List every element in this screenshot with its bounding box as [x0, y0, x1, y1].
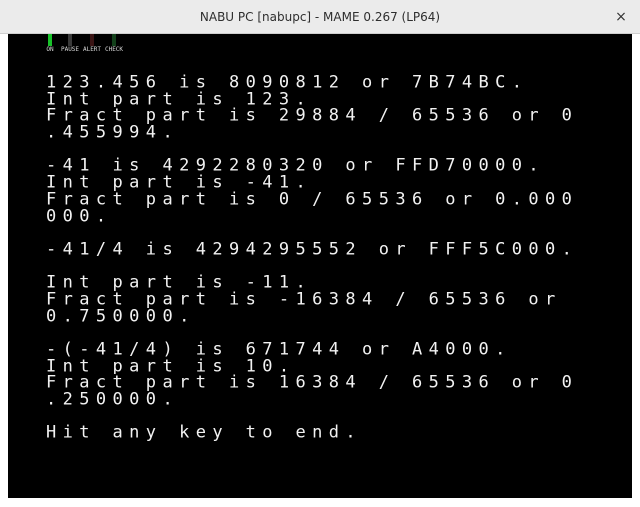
screen-line: .250000.: [46, 391, 594, 408]
emulator-display[interactable]: ON PAUSE ALERT CHECK 123.456 is 8090812 …: [8, 34, 632, 498]
screen-line-text: .455994.: [46, 124, 180, 141]
screen-line: Int part is 123.: [46, 91, 594, 108]
screen-line: Fract part is 29884 / 65536 or 0: [46, 107, 594, 124]
screen-line: .455994.: [46, 124, 594, 141]
screen-line-text: Int part is 10.: [46, 357, 296, 375]
screen-line: [46, 258, 594, 275]
screen-line: [46, 224, 594, 241]
screen-line-text: Fract part is -16384 / 65536 or: [46, 290, 562, 308]
screen-line-text: Int part is -41.: [46, 174, 313, 191]
led-alert-label: ALERT: [82, 46, 102, 53]
text-screen: 123.456 is 8090812 or 7B74BC. Int part i…: [46, 74, 594, 474]
screen-line-text: Fract part is 0 / 65536 or 0.000: [46, 190, 579, 208]
screen-line-text: -(-41/4) is 671744 or A4000.: [46, 341, 512, 358]
screen-line: Fract part is 16384 / 65536 or 0: [46, 374, 594, 391]
screen-line: -(-41/4) is 671744 or A4000.: [46, 341, 594, 358]
screen-line-text: -41/4 is 4294295552 or FFF5C000.: [46, 240, 579, 258]
screen-line: 000.: [46, 208, 594, 225]
screen-line: [46, 141, 594, 158]
led-pause-indicator: [68, 34, 72, 46]
screen-line: Fract part is 0 / 65536 or 0.000: [46, 191, 594, 208]
screen-line: Hit any key to end.: [46, 424, 594, 441]
screen-line: [46, 324, 594, 341]
screen-line-text: Int part is -11.: [46, 274, 313, 291]
screen-line-text: 123.456 is 8090812 or 7B74BC.: [46, 74, 529, 91]
close-icon: ×: [615, 9, 627, 25]
screen-line: [46, 458, 594, 474]
screen-line-text: Fract part is 29884 / 65536 or 0: [46, 107, 579, 125]
screen-line: 0.750000.: [46, 308, 594, 325]
screen-line-text: .250000.: [46, 391, 180, 408]
status-leds: ON PAUSE ALERT CHECK: [8, 34, 632, 54]
screen-line-text: -41 is 4292280320 or FFD70000.: [46, 157, 546, 175]
screen-line: Int part is -11.: [46, 274, 594, 291]
led-pause: PAUSE: [58, 34, 82, 54]
screen-line-text: 000.: [46, 207, 113, 225]
led-check-indicator: [112, 34, 116, 46]
screen-line: [46, 441, 594, 458]
screen-line: 123.456 is 8090812 or 7B74BC.: [46, 74, 594, 91]
screen-line-text: 0.750000.: [46, 307, 196, 325]
screen-line-text: Hit any key to end.: [46, 424, 363, 442]
screen-line: [46, 408, 594, 425]
led-pause-label: PAUSE: [60, 46, 80, 53]
window-title: NABU PC [nabupc] - MAME 0.267 (LP64): [199, 10, 441, 24]
screen-line-text: Int part is 123.: [46, 90, 313, 108]
screen-line: Int part is -41.: [46, 174, 594, 191]
led-alert: ALERT: [80, 34, 104, 54]
screen-line: -41 is 4292280320 or FFD70000.: [46, 157, 594, 174]
led-on-indicator: [48, 34, 52, 46]
window-titlebar: NABU PC [nabupc] - MAME 0.267 (LP64) ×: [0, 0, 640, 34]
screen-line-text: Fract part is 16384 / 65536 or 0: [46, 374, 579, 392]
screen-line: Int part is 10.: [46, 358, 594, 375]
close-button[interactable]: ×: [610, 6, 632, 28]
screen-line: -41/4 is 4294295552 or FFF5C000.: [46, 241, 594, 258]
led-alert-indicator: [90, 34, 94, 46]
led-check: CHECK: [102, 34, 126, 54]
screen-line: Fract part is -16384 / 65536 or: [46, 291, 594, 308]
led-check-label: CHECK: [104, 46, 124, 53]
